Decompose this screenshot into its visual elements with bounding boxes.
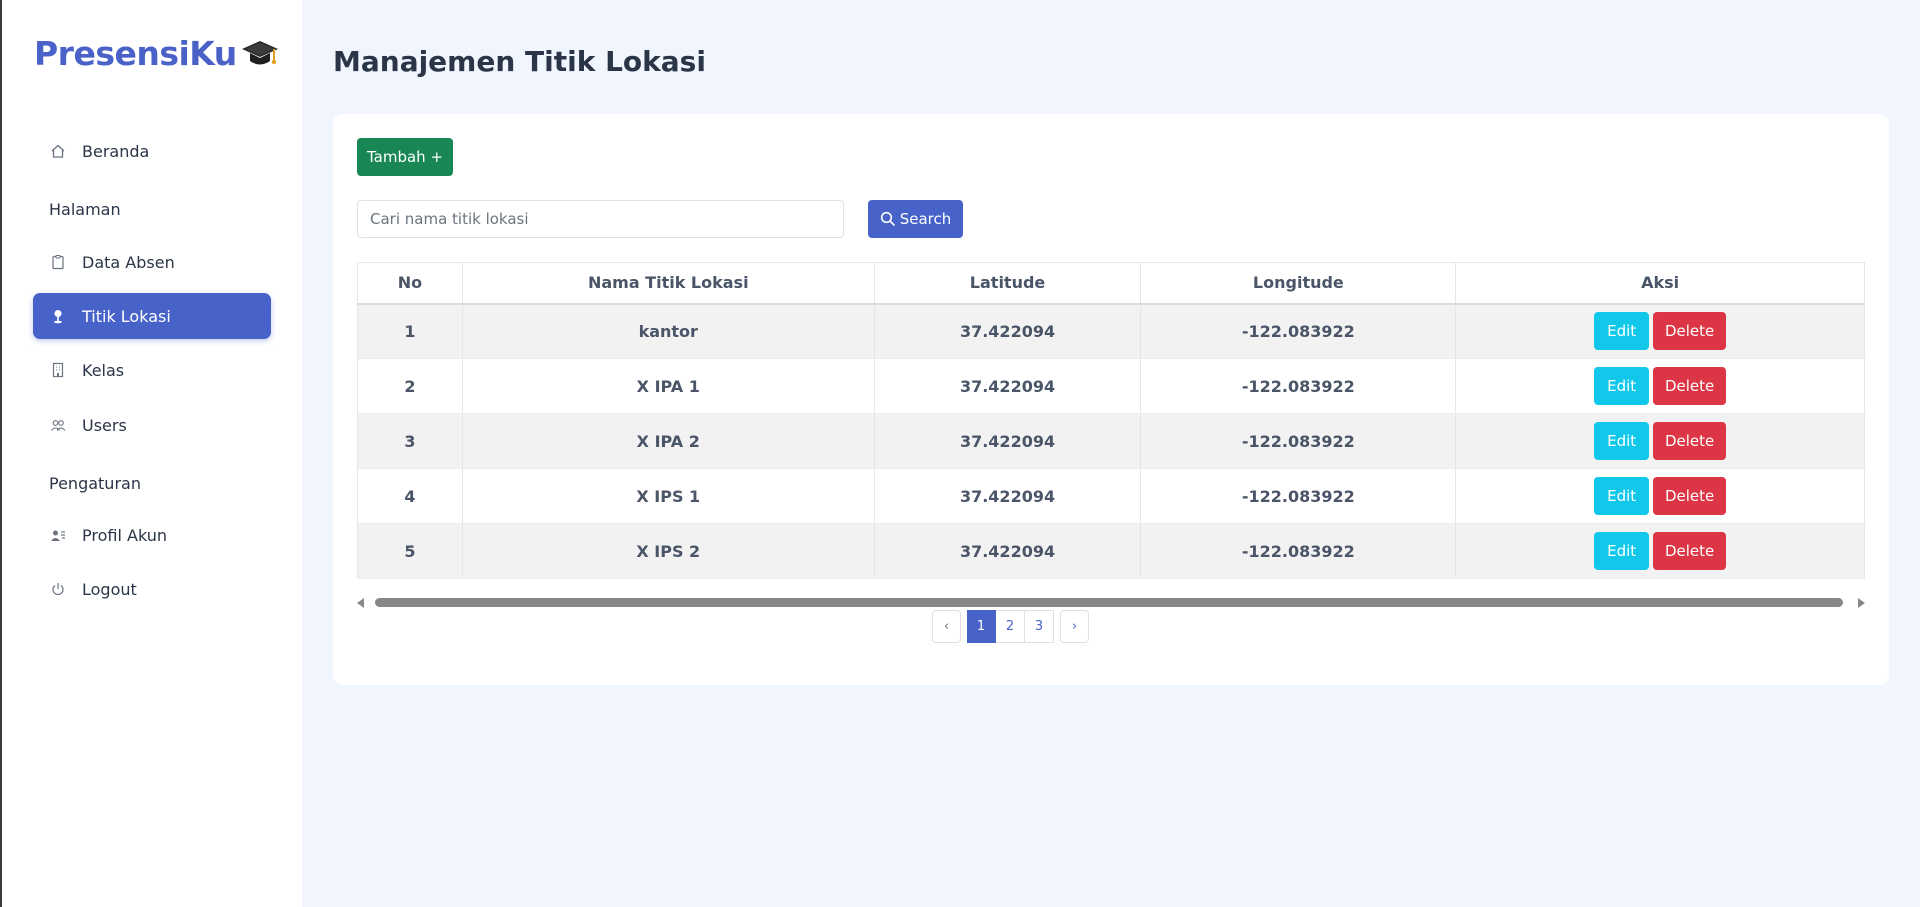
- cell-longitude: -122.083922: [1140, 358, 1457, 414]
- edit-button[interactable]: Edit: [1594, 532, 1650, 570]
- delete-button[interactable]: Delete: [1653, 477, 1727, 515]
- sidebar-item-kelas[interactable]: Kelas: [33, 347, 271, 393]
- column-header-latitude[interactable]: Latitude: [873, 262, 1142, 305]
- sidebar-item-titik-lokasi[interactable]: Titik Lokasi: [33, 293, 271, 339]
- section-label-pengaturan: Pengaturan: [49, 474, 141, 493]
- cell-name: X IPS 2: [461, 523, 875, 579]
- horizontal-scrollbar[interactable]: [357, 596, 1865, 610]
- cell-actions: Edit Delete: [1455, 358, 1865, 414]
- column-header-nama[interactable]: Nama Titik Lokasi: [461, 262, 875, 305]
- column-header-longitude[interactable]: Longitude: [1140, 262, 1457, 305]
- pagination-page-2[interactable]: 2: [996, 610, 1025, 643]
- search-icon: [880, 211, 895, 227]
- sidebar-item-label: Logout: [82, 579, 137, 599]
- section-label-halaman: Halaman: [49, 200, 121, 219]
- brand-logo[interactable]: PresensiKu: [34, 34, 279, 73]
- cell-no: 5: [357, 523, 463, 579]
- delete-button[interactable]: Delete: [1653, 312, 1727, 351]
- building-icon: [50, 362, 66, 378]
- cell-latitude: 37.422094: [873, 358, 1142, 414]
- brand-name: PresensiKu: [34, 34, 237, 73]
- scrollbar-thumb[interactable]: [375, 598, 1843, 607]
- edit-button[interactable]: Edit: [1594, 422, 1650, 460]
- sidebar-item-label: Data Absen: [82, 252, 175, 272]
- sidebar-item-logout[interactable]: Logout: [33, 566, 271, 612]
- cell-name: kantor: [461, 303, 875, 359]
- table-header-row: No Nama Titik Lokasi Latitude Longitude …: [357, 262, 1865, 305]
- table-row: 3 X IPA 2 37.422094 -122.083922 Edit Dele…: [357, 413, 1865, 469]
- table-row: 4 X IPS 1 37.422094 -122.083922 Edit Dele…: [357, 468, 1865, 524]
- sidebar-item-profil-akun[interactable]: Profil Akun: [33, 512, 271, 558]
- delete-button[interactable]: Delete: [1653, 367, 1727, 405]
- locations-table: No Nama Titik Lokasi Latitude Longitude …: [357, 262, 1865, 579]
- cell-latitude: 37.422094: [873, 413, 1142, 469]
- clipboard-icon: [50, 254, 66, 270]
- sidebar: PresensiKu Beranda Halaman Data Absen Ti…: [2, 0, 302, 907]
- table-row: 5 X IPS 2 37.422094 -122.083922 Edit Dele…: [357, 523, 1865, 579]
- cell-name: X IPA 2: [461, 413, 875, 469]
- home-icon: [50, 143, 66, 159]
- table-row: 1 kantor 37.422094 -122.083922 Edit Delet…: [357, 303, 1865, 359]
- sidebar-item-data-absen[interactable]: Data Absen: [33, 239, 271, 285]
- pagination-prev[interactable]: ‹: [932, 610, 961, 643]
- pagination-page-3[interactable]: 3: [1025, 610, 1054, 643]
- cell-name: X IPA 1: [461, 358, 875, 414]
- sidebar-item-label: Beranda: [82, 141, 150, 161]
- sidebar-item-label: Users: [82, 415, 127, 435]
- edit-button[interactable]: Edit: [1594, 367, 1650, 405]
- graduation-cap-icon: [241, 40, 278, 64]
- cell-latitude: 37.422094: [873, 523, 1142, 579]
- cell-longitude: -122.083922: [1140, 523, 1457, 579]
- scroll-right-arrow-icon[interactable]: [1858, 598, 1865, 608]
- cell-no: 2: [357, 358, 463, 414]
- search-button[interactable]: Search: [868, 200, 963, 238]
- table-row: 2 X IPA 1 37.422094 -122.083922 Edit Dele…: [357, 358, 1865, 414]
- edit-button[interactable]: Edit: [1594, 312, 1650, 351]
- cell-longitude: -122.083922: [1140, 303, 1457, 359]
- pagination-page-1[interactable]: 1: [967, 610, 996, 643]
- sidebar-item-label: Titik Lokasi: [82, 306, 171, 326]
- cell-actions: Edit Delete: [1455, 303, 1865, 359]
- add-location-button[interactable]: Tambah +: [357, 138, 453, 176]
- delete-button[interactable]: Delete: [1653, 532, 1727, 570]
- scroll-left-arrow-icon[interactable]: [357, 598, 364, 608]
- cell-no: 1: [357, 303, 463, 359]
- column-header-aksi: Aksi: [1455, 262, 1865, 305]
- cell-actions: Edit Delete: [1455, 523, 1865, 579]
- users-icon: [50, 417, 66, 433]
- cell-actions: Edit Delete: [1455, 413, 1865, 469]
- map-pin-icon: [50, 308, 66, 324]
- sidebar-item-beranda[interactable]: Beranda: [33, 128, 271, 174]
- cell-latitude: 37.422094: [873, 468, 1142, 524]
- edit-button[interactable]: Edit: [1594, 477, 1650, 515]
- pagination: ‹ 1 2 3 ›: [932, 610, 1089, 643]
- content-card: Tambah + Search No Nama Titik Lokasi Lat…: [333, 114, 1889, 685]
- cell-no: 3: [357, 413, 463, 469]
- column-header-no[interactable]: No: [357, 262, 463, 305]
- user-card-icon: [50, 527, 66, 543]
- power-icon: [50, 581, 66, 597]
- delete-button[interactable]: Delete: [1653, 422, 1727, 460]
- cell-latitude: 37.422094: [873, 303, 1142, 359]
- page-title: Manajemen Titik Lokasi: [333, 45, 706, 78]
- sidebar-item-label: Kelas: [82, 360, 125, 380]
- cell-actions: Edit Delete: [1455, 468, 1865, 524]
- sidebar-item-users[interactable]: Users: [33, 402, 271, 448]
- sidebar-item-label: Profil Akun: [82, 525, 167, 545]
- cell-longitude: -122.083922: [1140, 468, 1457, 524]
- cell-name: X IPS 1: [461, 468, 875, 524]
- cell-longitude: -122.083922: [1140, 413, 1457, 469]
- search-button-label: Search: [899, 210, 952, 228]
- cell-no: 4: [357, 468, 463, 524]
- pagination-next[interactable]: ›: [1060, 610, 1089, 643]
- search-input[interactable]: [357, 200, 844, 238]
